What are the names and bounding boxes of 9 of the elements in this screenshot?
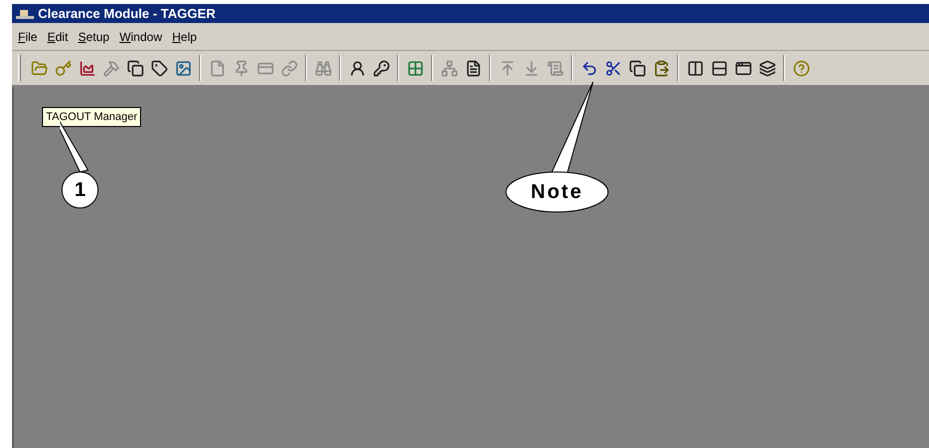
menu-item[interactable]: Window <box>119 28 162 46</box>
window-title: Clearance Module - TAGGER <box>38 4 216 23</box>
tooltip: TAGOUT Manager <box>42 107 142 127</box>
menu-item[interactable]: File <box>18 28 38 46</box>
menu-item[interactable]: Edit <box>47 28 68 46</box>
callout-bubble: Note <box>505 82 609 214</box>
menu-item[interactable]: Setup <box>78 28 110 46</box>
menu-item[interactable]: Help <box>172 28 197 46</box>
app-icon <box>16 8 34 20</box>
